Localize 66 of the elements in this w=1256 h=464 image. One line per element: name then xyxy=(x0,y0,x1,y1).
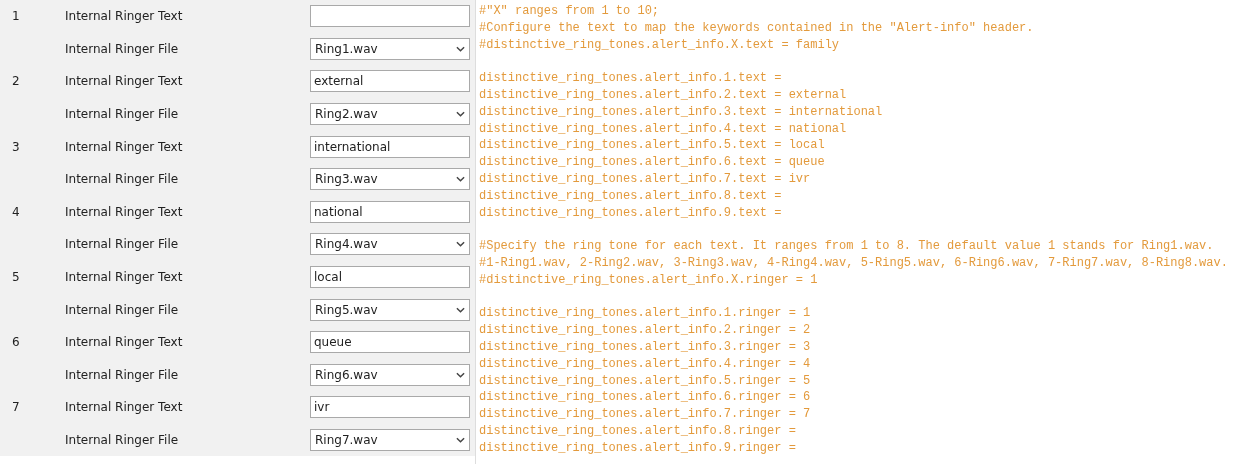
field-label: Internal Ringer Text xyxy=(65,204,184,219)
code-line: distinctive_ring_tones.alert_info.3.ringer = 3 xyxy=(479,338,812,356)
caret-icon xyxy=(456,111,465,118)
code-line: distinctive_ring_tones.alert_info.8.text = xyxy=(479,187,783,205)
text-input[interactable]: national xyxy=(310,200,470,223)
caret-icon xyxy=(456,176,465,183)
code-line: distinctive_ring_tones.alert_info.5.text = local xyxy=(479,137,826,155)
code-line: #"X" ranges from 1 to 10; xyxy=(479,3,661,20)
row-number: 1 xyxy=(11,9,21,24)
code-line: distinctive_ring_tones.alert_info.7.ringer = 7 xyxy=(479,406,812,423)
code-line: distinctive_ring_tones.alert_info.1.text = xyxy=(479,70,783,87)
code-line: distinctive_ring_tones.alert_info.4.text = national xyxy=(479,120,848,138)
file-dropdown[interactable]: Ring6.wav xyxy=(310,363,470,386)
code-line: distinctive_ring_tones.alert_info.5.ringer = 5 xyxy=(479,372,812,390)
caret-icon xyxy=(456,306,465,313)
field-label: Internal Ringer File xyxy=(65,237,180,252)
field-label: Internal Ringer File xyxy=(65,367,180,382)
field-label: Internal Ringer File xyxy=(65,107,180,122)
row-number: 4 xyxy=(11,204,21,219)
code-line: distinctive_ring_tones.alert_info.2.ringer = 2 xyxy=(479,322,812,339)
code-line: #distinctive_ring_tones.alert_info.X.text = family xyxy=(479,36,841,54)
field-label: Internal Ringer Text xyxy=(65,9,184,24)
file-dropdown[interactable]: Ring4.wav xyxy=(310,233,470,256)
code-line: distinctive_ring_tones.alert_info.9.ringer = xyxy=(479,439,797,457)
field-label: Internal Ringer File xyxy=(65,41,180,56)
row-number: 5 xyxy=(11,270,21,285)
code-line: distinctive_ring_tones.alert_info.7.text = ivr xyxy=(479,170,812,188)
text-input[interactable]: ivr xyxy=(310,396,470,419)
code-line: distinctive_ring_tones.alert_info.4.ringer = 4 xyxy=(479,355,812,373)
code-line: #Configure the text to map the keywords contained in the "Alert-info" header. xyxy=(479,19,1035,37)
row-number: 2 xyxy=(11,74,21,89)
text-input[interactable]: international xyxy=(310,135,470,158)
code-line: distinctive_ring_tones.alert_info.9.text = xyxy=(479,204,783,222)
code-line: distinctive_ring_tones.alert_info.2.text = external xyxy=(479,87,848,104)
code-line: distinctive_ring_tones.alert_info.8.ringer = xyxy=(479,422,797,440)
code-line: distinctive_ring_tones.alert_info.6.text = queue xyxy=(479,154,826,171)
code-line: #1-Ring1.wav, 2-Ring2.wav, 3-Ring3.wav, 4-Ring4.wav, 5-Ring5.wav, 6-Ring6.wav, 7-Ring7.wav, 8-Ring8.wav. xyxy=(479,254,1228,272)
text-input[interactable]: external xyxy=(310,70,470,93)
field-label: Internal Ringer Text xyxy=(65,270,184,285)
row-number: 3 xyxy=(11,139,21,154)
caret-icon xyxy=(456,371,465,378)
caret-icon xyxy=(456,437,465,443)
field-label: Internal Ringer Text xyxy=(65,74,184,89)
file-dropdown[interactable]: Ring2.wav xyxy=(310,103,470,126)
field-label: Internal Ringer File xyxy=(65,172,180,187)
field-label: Internal Ringer Text xyxy=(65,335,184,350)
code-line: #Specify the ring tone for each text. It ranges from 1 to 8. The default value 1 stands for Ring1.wav. xyxy=(479,238,1215,255)
caret-icon xyxy=(456,241,465,248)
text-input[interactable] xyxy=(310,5,470,28)
file-dropdown[interactable]: Ring3.wav xyxy=(310,168,470,191)
text-input[interactable]: queue xyxy=(310,331,470,354)
text-input[interactable]: local xyxy=(310,266,470,289)
code-line: #distinctive_ring_tones.alert_info.X.ringer = 1 xyxy=(479,271,819,289)
file-dropdown[interactable]: Ring7.wav xyxy=(310,429,470,451)
row-number: 6 xyxy=(11,335,21,350)
code-line: distinctive_ring_tones.alert_info.3.text = international xyxy=(479,103,884,121)
field-label: Internal Ringer Text xyxy=(65,400,184,415)
code-line: distinctive_ring_tones.alert_info.6.ringer = 6 xyxy=(479,389,812,407)
field-label: Internal Ringer File xyxy=(65,302,180,317)
caret-icon xyxy=(456,45,465,52)
file-dropdown[interactable]: Ring1.wav xyxy=(310,37,470,60)
file-dropdown[interactable]: Ring5.wav xyxy=(310,298,470,321)
field-label: Internal Ringer File xyxy=(65,433,180,447)
field-label: Internal Ringer Text xyxy=(65,139,184,154)
code-line: distinctive_ring_tones.alert_info.1.ringer = 1 xyxy=(479,305,812,323)
row-number: 7 xyxy=(11,400,21,415)
